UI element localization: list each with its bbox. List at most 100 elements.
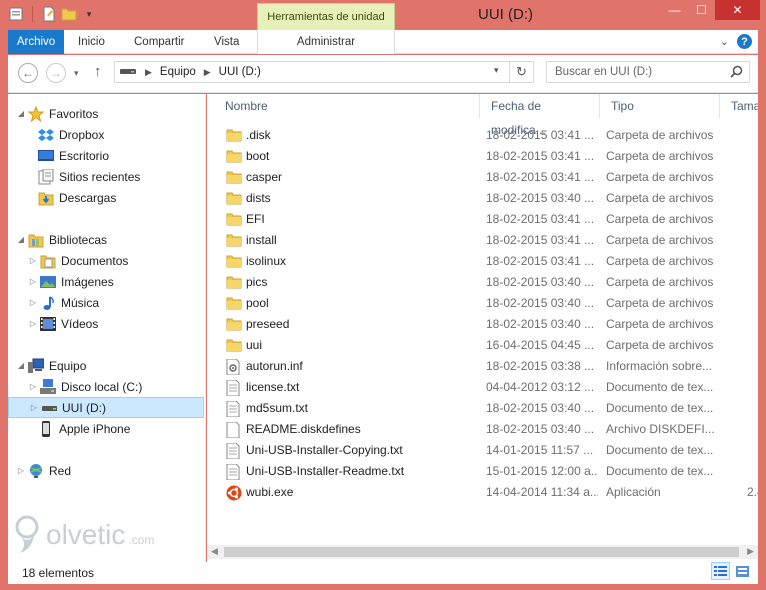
file-size <box>747 230 758 251</box>
ubuntu-app-icon <box>226 485 242 501</box>
file-type: Carpeta de archivos <box>606 170 714 184</box>
address-bar[interactable]: ▶ Equipo ▶ UUI (D:) <box>114 61 510 83</box>
collapsed-icon[interactable]: ▷ <box>28 256 38 265</box>
breadcrumb-drive[interactable]: UUI (D:) <box>219 66 261 78</box>
address-dropdown-icon[interactable]: ▾ <box>494 65 499 76</box>
nav-item-disco-local[interactable]: ▷ Disco local (C:) <box>28 376 142 397</box>
file-row[interactable]: uui 16-04-2015 04:45 ... Carpeta de archiv… <box>207 335 758 356</box>
nav-item-descargas[interactable]: Descargas <box>38 187 116 208</box>
nav-network[interactable]: ▷ Red <box>16 460 71 481</box>
file-row[interactable]: Uni-USB-Installer-Copying.txt 14-01-2015 … <box>207 440 758 461</box>
up-button[interactable]: ↑ <box>94 63 102 80</box>
column-header-date[interactable]: Fecha de modifica... <box>480 94 600 137</box>
scroll-left-icon[interactable]: ◀ <box>211 546 218 557</box>
file-row[interactable]: install 18-02-2015 03:41 ... Carpeta de ar… <box>207 230 758 251</box>
minimize-button[interactable]: — <box>661 0 688 20</box>
back-button[interactable]: ← <box>18 63 38 83</box>
tab-archivo[interactable]: Archivo <box>8 30 64 54</box>
file-name: Uni-USB-Installer-Copying.txt <box>246 443 403 457</box>
file-size <box>747 209 758 230</box>
large-icons-view-button[interactable] <box>733 562 752 580</box>
new-document-icon[interactable] <box>41 6 57 22</box>
scroll-right-icon[interactable]: ▶ <box>747 546 754 557</box>
file-row[interactable]: wubi.exe 14-04-2014 11:34 a... Aplicación 2… <box>207 482 758 503</box>
drive-tools-context-tab: Herramientas de unidad <box>257 3 395 30</box>
expand-ribbon-icon[interactable]: ⌄ <box>720 35 729 48</box>
folder-icon <box>226 170 242 185</box>
file-size <box>747 272 758 293</box>
collapsed-icon[interactable]: ▷ <box>29 403 39 412</box>
file-size <box>747 125 758 146</box>
file-row[interactable]: autorun.inf 18-02-2015 03:38 ... Informaci… <box>207 356 758 377</box>
expanded-icon[interactable]: ◢ <box>16 361 26 370</box>
breadcrumb-equipo[interactable]: Equipo <box>160 66 196 78</box>
file-name: isolinux <box>246 254 287 268</box>
nav-favorites[interactable]: ◢ Favoritos <box>16 103 98 124</box>
file-row[interactable]: preseed 18-02-2015 03:40 ... Carpeta de ar… <box>207 314 758 335</box>
folder-icon <box>226 275 242 290</box>
expanded-icon[interactable]: ◢ <box>16 109 26 118</box>
new-folder-icon[interactable] <box>61 6 77 22</box>
tab-inicio[interactable]: Inicio <box>78 30 105 54</box>
maximize-button[interactable]: ☐ <box>688 0 715 20</box>
tab-compartir[interactable]: Compartir <box>134 30 184 54</box>
details-view-button[interactable] <box>711 562 730 580</box>
file-row[interactable]: dists 18-02-2015 03:40 ... Carpeta de arch… <box>207 188 758 209</box>
help-icon[interactable]: ? <box>737 34 752 49</box>
recent-locations-icon[interactable]: ▾ <box>74 68 79 79</box>
nav-item-documentos[interactable]: ▷ Documentos <box>28 250 128 271</box>
collapsed-icon[interactable]: ▷ <box>28 382 38 391</box>
tab-vista[interactable]: Vista <box>214 30 239 54</box>
tab-administrar[interactable]: Administrar <box>257 30 395 54</box>
file-row[interactable]: isolinux 18-02-2015 03:41 ... Carpeta de a… <box>207 251 758 272</box>
file-row[interactable]: EFI 18-02-2015 03:41 ... Carpeta de archiv… <box>207 209 758 230</box>
file-size <box>747 146 758 167</box>
properties-icon[interactable] <box>8 6 24 22</box>
column-header-name[interactable]: Nombre <box>214 94 480 118</box>
nav-item-musica[interactable]: ▷ Música <box>28 292 99 313</box>
column-header-size[interactable]: Tamaño <box>720 94 758 118</box>
search-input[interactable]: Buscar en UUI (D:) <box>546 61 750 83</box>
file-name: .disk <box>246 128 271 142</box>
file-row[interactable]: Uni-USB-Installer-Readme.txt 15-01-2015 1… <box>207 461 758 482</box>
file-row[interactable]: md5sum.txt 18-02-2015 03:40 ... Documento … <box>207 398 758 419</box>
file-row[interactable]: boot 18-02-2015 03:41 ... Carpeta de archi… <box>207 146 758 167</box>
file-row[interactable]: pool 18-02-2015 03:40 ... Carpeta de archi… <box>207 293 758 314</box>
nav-item-apple-iphone[interactable]: Apple iPhone <box>38 418 130 439</box>
nav-libraries[interactable]: ◢ Bibliotecas <box>16 229 107 250</box>
file-row[interactable]: .disk 18-02-2015 03:41 ... Carpeta de arch… <box>207 125 758 146</box>
forward-button[interactable]: → <box>46 63 66 83</box>
file-row[interactable]: pics 18-02-2015 03:40 ... Carpeta de archi… <box>207 272 758 293</box>
nav-item-uui-drive[interactable]: ▷ UUI (D:) <box>8 397 204 418</box>
scrollbar-thumb[interactable] <box>224 547 739 557</box>
nav-item-dropbox[interactable]: Dropbox <box>38 124 104 145</box>
file-row[interactable]: casper 18-02-2015 03:41 ... Carpeta de arc… <box>207 167 758 188</box>
file-name: wubi.exe <box>246 485 294 499</box>
file-date: 18-02-2015 03:40 ... <box>486 191 595 205</box>
close-button[interactable]: ✕ <box>715 0 760 20</box>
collapsed-icon[interactable]: ▷ <box>28 298 38 307</box>
collapsed-icon[interactable]: ▷ <box>28 277 38 286</box>
nav-computer[interactable]: ◢ Equipo <box>16 355 86 376</box>
breadcrumb-separator-icon[interactable]: ▶ <box>204 67 211 78</box>
qat-dropdown-icon[interactable]: ▾ <box>81 6 97 22</box>
folder-icon <box>226 254 242 269</box>
nav-item-videos[interactable]: ▷ Vídeos <box>28 313 98 334</box>
nav-item-escritorio[interactable]: Escritorio <box>38 145 109 166</box>
column-header-type[interactable]: Tipo <box>600 94 720 118</box>
expanded-icon[interactable]: ◢ <box>16 235 26 244</box>
refresh-button[interactable]: ↻ <box>510 61 534 83</box>
nav-item-sitios-recientes[interactable]: Sitios recientes <box>38 166 140 187</box>
collapsed-icon[interactable]: ▷ <box>28 319 38 328</box>
file-row[interactable]: README.diskdefines 18-02-2015 03:40 ... Ar… <box>207 419 758 440</box>
collapsed-icon[interactable]: ▷ <box>16 466 26 475</box>
file-row[interactable]: license.txt 04-04-2012 03:12 ... Documento… <box>207 377 758 398</box>
nav-item-imagenes[interactable]: ▷ Imágenes <box>28 271 114 292</box>
network-icon <box>28 463 44 479</box>
horizontal-scrollbar[interactable]: ◀ ▶ <box>207 545 758 559</box>
qat-separator <box>32 6 33 22</box>
nav-network-label: Red <box>49 463 72 478</box>
breadcrumb-separator-icon[interactable]: ▶ <box>145 67 152 78</box>
up-arrow-icon: ↑ <box>94 63 102 80</box>
back-arrow-icon: ← <box>22 66 34 80</box>
